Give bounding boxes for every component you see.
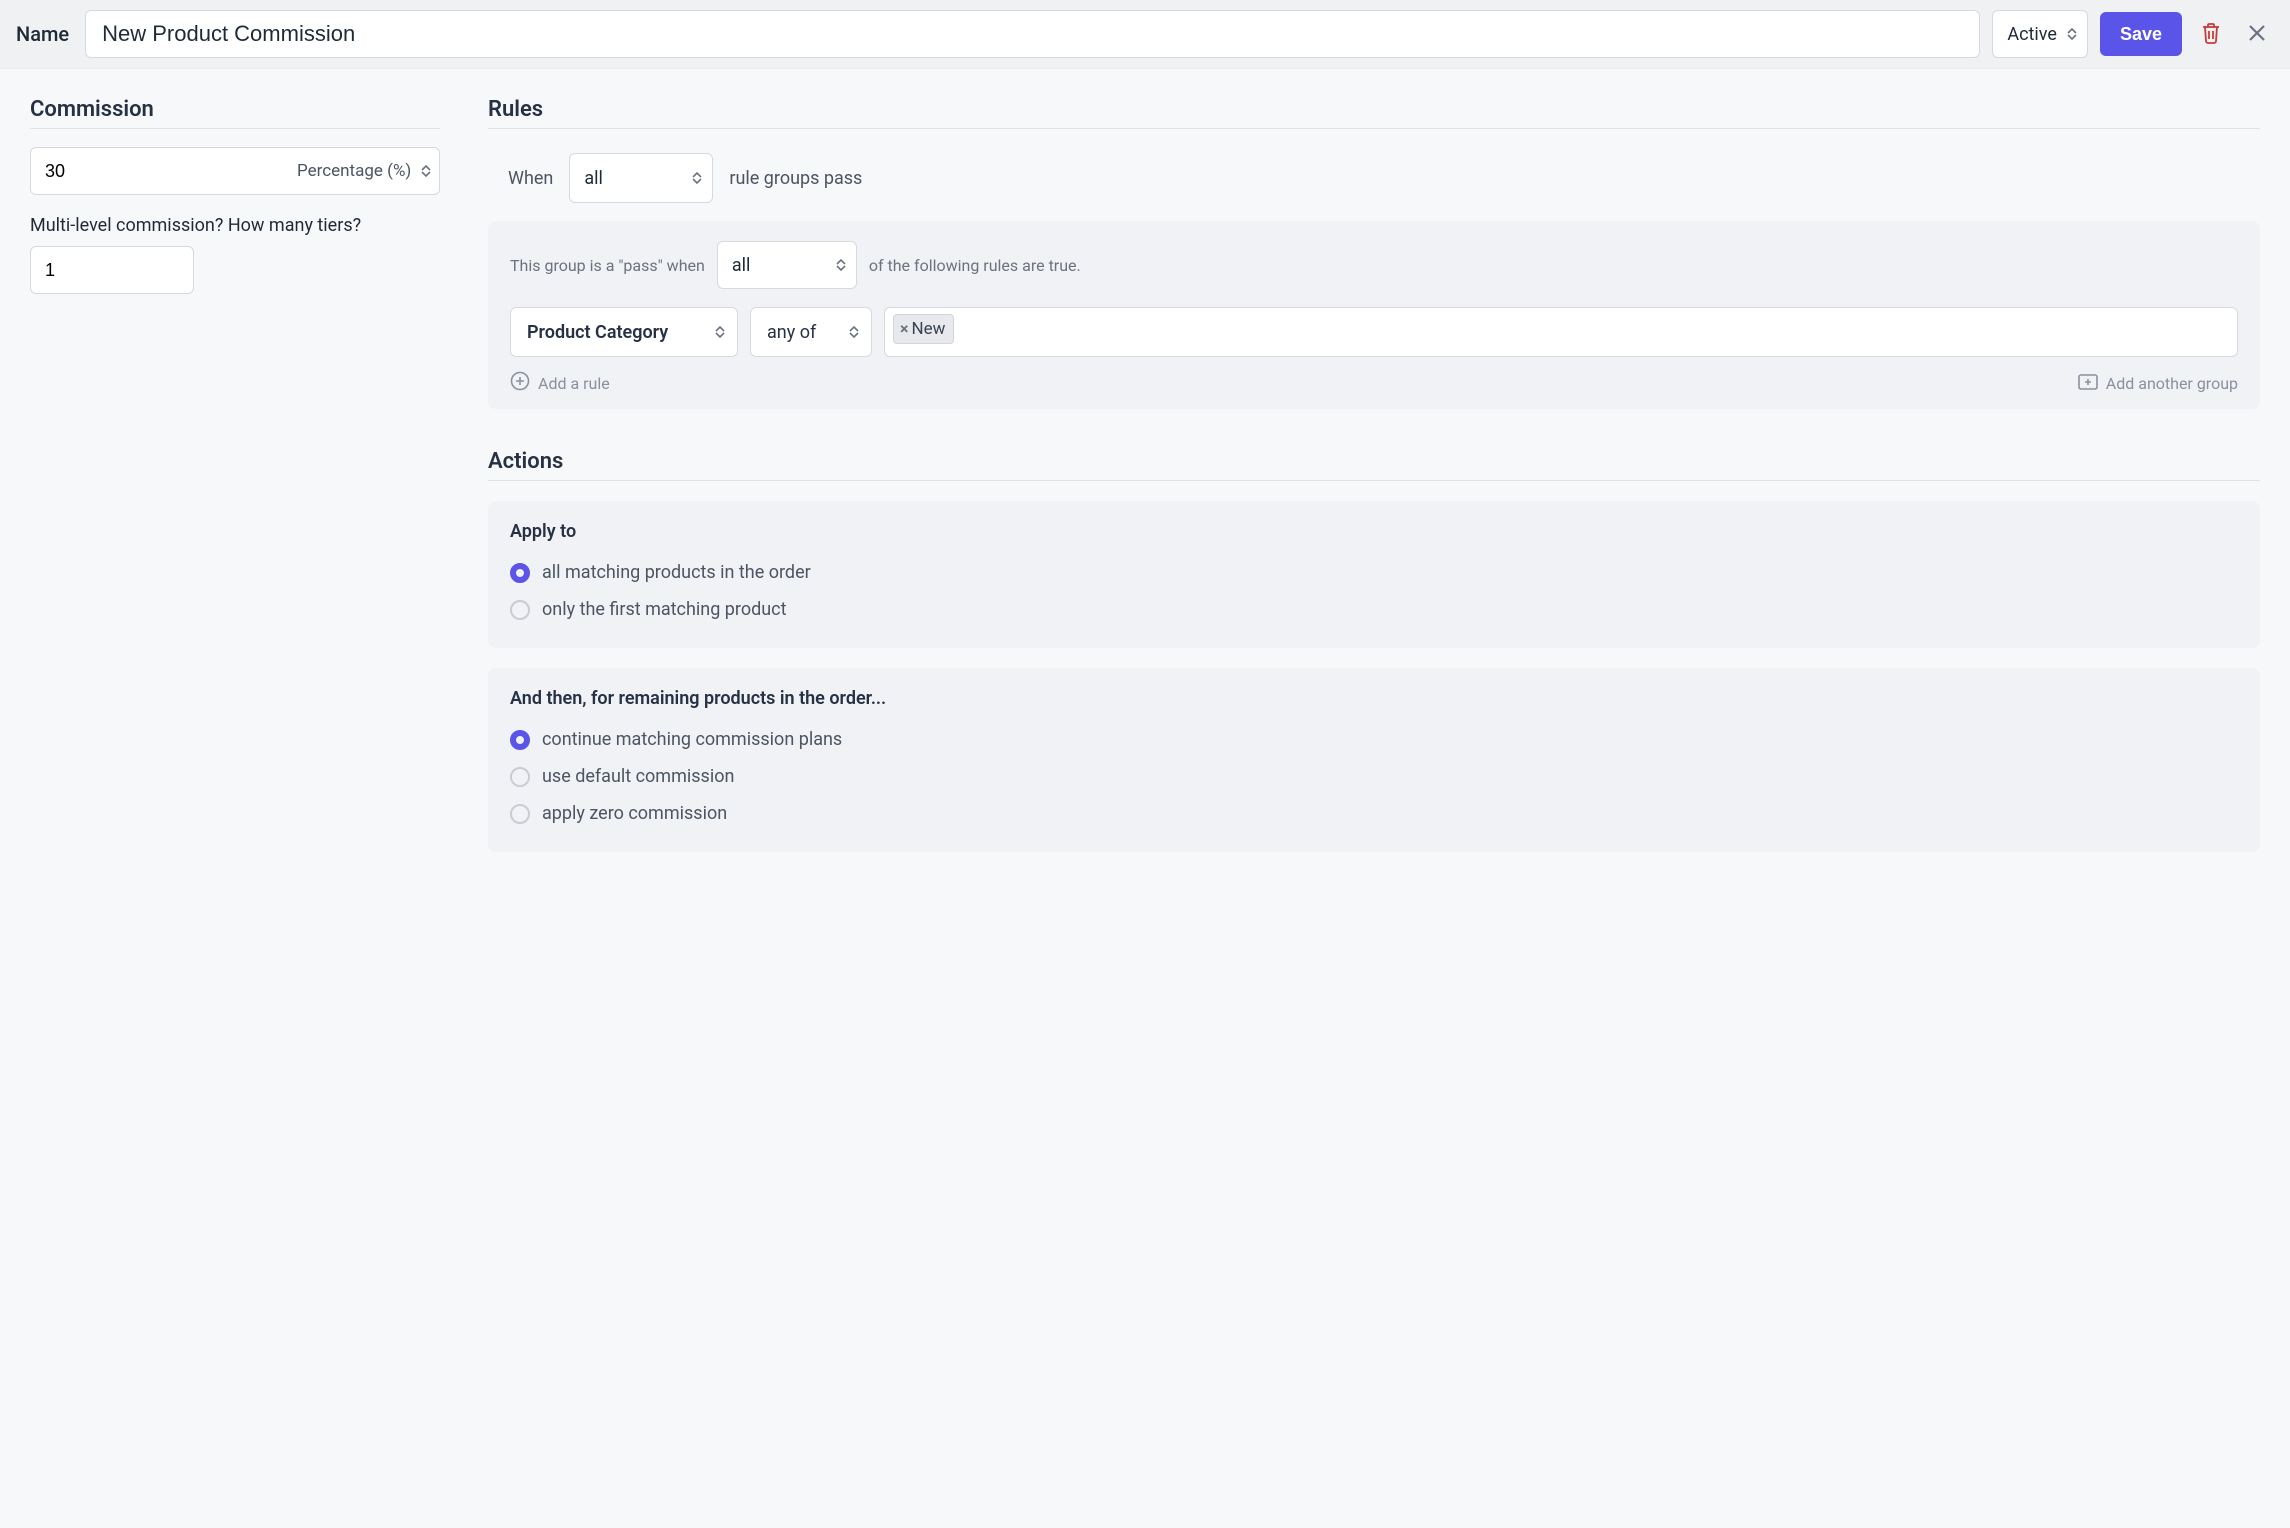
group-mode-select[interactable]: all bbox=[717, 241, 857, 289]
rule-row: Product Category any of × bbox=[510, 307, 2238, 357]
header-bar: Name Active Save bbox=[0, 0, 2290, 69]
remaining-option-zero[interactable]: apply zero commission bbox=[510, 795, 2238, 832]
tag-chip: × New bbox=[893, 314, 954, 344]
rule-operator-select[interactable]: any of bbox=[750, 307, 872, 357]
chevron-updown-icon bbox=[2067, 28, 2077, 40]
remaining-card: And then, for remaining products in the … bbox=[488, 668, 2260, 852]
add-group-label: Add another group bbox=[2106, 374, 2238, 393]
chevron-updown-icon bbox=[692, 172, 702, 184]
status-value: Active bbox=[2007, 24, 2057, 45]
save-button[interactable]: Save bbox=[2100, 12, 2182, 56]
commission-type-select[interactable]: Percentage (%) bbox=[291, 161, 440, 181]
chevron-updown-icon bbox=[421, 165, 431, 177]
tag-label: New bbox=[912, 319, 946, 339]
close-icon bbox=[2248, 24, 2266, 45]
rules-when-row: When all rule groups pass bbox=[488, 153, 2260, 203]
multi-level-label: Multi-level commission? How many tiers? bbox=[30, 215, 440, 236]
rule-value-input[interactable]: × New bbox=[884, 307, 2238, 357]
radio-icon bbox=[510, 730, 530, 750]
radio-icon bbox=[510, 804, 530, 824]
when-mode-select[interactable]: all bbox=[569, 153, 713, 203]
radio-icon bbox=[510, 600, 530, 620]
radio-icon bbox=[510, 767, 530, 787]
commission-value-input[interactable] bbox=[31, 148, 291, 194]
radio-label: all matching products in the order bbox=[542, 562, 811, 583]
rule-field-value: Product Category bbox=[527, 322, 668, 343]
delete-button[interactable] bbox=[2194, 17, 2228, 51]
plus-circle-icon bbox=[510, 371, 530, 395]
remaining-heading: And then, for remaining products in the … bbox=[510, 688, 2238, 709]
tiers-input[interactable] bbox=[30, 246, 194, 294]
rule-operator-value: any of bbox=[767, 322, 816, 343]
add-group-button[interactable]: Add another group bbox=[2078, 372, 2238, 394]
actions-section-title: Actions bbox=[488, 449, 2260, 481]
commission-type-label: Percentage (%) bbox=[297, 161, 411, 181]
group-prefix: This group is a "pass" when bbox=[510, 256, 705, 275]
radio-label: continue matching commission plans bbox=[542, 729, 842, 750]
when-suffix: rule groups pass bbox=[729, 168, 862, 189]
radio-label: only the first matching product bbox=[542, 599, 786, 620]
apply-to-card: Apply to all matching products in the or… bbox=[488, 501, 2260, 648]
apply-to-option-first[interactable]: only the first matching product bbox=[510, 591, 2238, 628]
group-mode-value: all bbox=[732, 255, 751, 276]
radio-icon bbox=[510, 563, 530, 583]
add-rule-button[interactable]: Add a rule bbox=[510, 371, 610, 395]
remaining-option-continue[interactable]: continue matching commission plans bbox=[510, 721, 2238, 758]
apply-to-option-all[interactable]: all matching products in the order bbox=[510, 554, 2238, 591]
status-select[interactable]: Active bbox=[1992, 10, 2088, 58]
name-label: Name bbox=[16, 22, 69, 46]
radio-label: use default commission bbox=[542, 766, 734, 787]
radio-label: apply zero commission bbox=[542, 803, 727, 824]
chevron-updown-icon bbox=[849, 326, 859, 338]
tag-remove-icon[interactable]: × bbox=[900, 321, 909, 337]
add-rule-label: Add a rule bbox=[538, 374, 610, 393]
apply-to-heading: Apply to bbox=[510, 521, 2238, 542]
when-mode-value: all bbox=[584, 168, 603, 189]
commission-name-input[interactable] bbox=[85, 10, 1980, 58]
commission-section-title: Commission bbox=[30, 97, 440, 129]
rule-group: This group is a "pass" when all of the f… bbox=[488, 221, 2260, 409]
close-button[interactable] bbox=[2240, 17, 2274, 51]
trash-icon bbox=[2201, 22, 2221, 47]
remaining-option-default[interactable]: use default commission bbox=[510, 758, 2238, 795]
chevron-updown-icon bbox=[715, 326, 725, 338]
rule-field-select[interactable]: Product Category bbox=[510, 307, 738, 357]
rules-section-title: Rules bbox=[488, 97, 2260, 129]
when-label: When bbox=[508, 168, 553, 189]
chevron-updown-icon bbox=[836, 259, 846, 271]
add-box-icon bbox=[2078, 372, 2098, 394]
group-suffix: of the following rules are true. bbox=[869, 256, 1081, 275]
commission-value-row: Percentage (%) bbox=[30, 147, 440, 195]
